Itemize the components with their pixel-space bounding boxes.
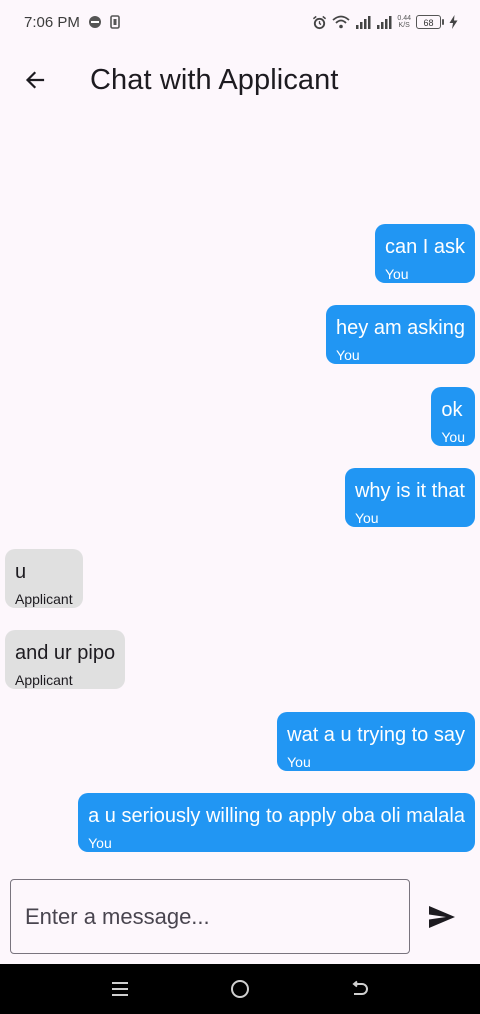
signal-icon-sim1 (355, 15, 371, 29)
message-bubble-outgoing: why is it that You (344, 468, 475, 527)
send-button[interactable] (418, 893, 466, 941)
status-bar: 7:06 PM 0.44 K/S 68 (0, 0, 480, 44)
signal-icon-sim2 (376, 15, 392, 29)
sim-notification-icon (110, 15, 120, 29)
status-right: 0.44 K/S 68 (312, 15, 458, 30)
message-text: a u seriously willing to apply oba oli m… (88, 805, 465, 827)
message-text: and ur pipo (15, 642, 116, 664)
message-sender: You (287, 754, 311, 770)
vpn-icon (88, 15, 102, 29)
message-bubble-outgoing: a u seriously willing to apply oba oli m… (78, 793, 475, 852)
message-bubble-outgoing: hey am asking You (326, 305, 475, 364)
back-button[interactable] (11, 56, 59, 104)
message-text: hey am asking (336, 317, 465, 339)
network-speed-unit: K/S (398, 22, 410, 29)
message-sender: You (354, 510, 379, 526)
message-text: why is it that (354, 480, 465, 502)
system-nav-bar (0, 964, 480, 1014)
message-bubble-incoming: u Applicant (5, 549, 83, 608)
network-speed: 0.44 K/S (397, 15, 411, 29)
nav-back-button[interactable] (336, 965, 384, 1013)
message-bubble-outgoing: can I ask You (374, 224, 475, 283)
message-sender: Applicant (15, 672, 73, 688)
message-text: ok (441, 399, 463, 421)
arrow-back-icon (23, 68, 47, 92)
message-bubble-outgoing: wat a u trying to say You (277, 712, 475, 771)
nav-recents-button[interactable] (96, 965, 144, 1013)
charging-icon (449, 15, 458, 29)
message-text: wat a u trying to say (287, 724, 465, 746)
message-sender: You (441, 429, 465, 445)
app-bar: Chat with Applicant (0, 44, 480, 116)
message-sender: You (336, 347, 360, 363)
chat-screen: 7:06 PM 0.44 K/S 68 Chat with Applicant … (0, 0, 480, 1014)
message-input[interactable] (10, 879, 410, 954)
battery-level: 68 (423, 17, 434, 28)
wifi-icon (332, 15, 350, 29)
message-sender: Applicant (15, 591, 73, 607)
message-bubble-outgoing: ok You (431, 387, 475, 446)
message-sender: You (384, 266, 409, 282)
send-icon (428, 905, 456, 929)
battery-icon: 68 (416, 15, 444, 29)
status-time: 7:06 PM (24, 13, 80, 31)
network-speed-value: 0.44 (397, 15, 411, 22)
nav-back-icon (351, 980, 369, 998)
page-title: Chat with Applicant (90, 63, 339, 96)
status-left: 7:06 PM (24, 14, 120, 31)
nav-home-button[interactable] (216, 965, 264, 1013)
message-text: can I ask (384, 236, 465, 258)
home-icon (230, 979, 250, 999)
recents-icon (111, 980, 129, 998)
message-sender: You (88, 835, 112, 851)
message-text: u (15, 561, 27, 583)
message-bubble-incoming: and ur pipo Applicant (5, 630, 126, 689)
alarm-icon (312, 15, 327, 30)
message-composer (0, 870, 480, 964)
